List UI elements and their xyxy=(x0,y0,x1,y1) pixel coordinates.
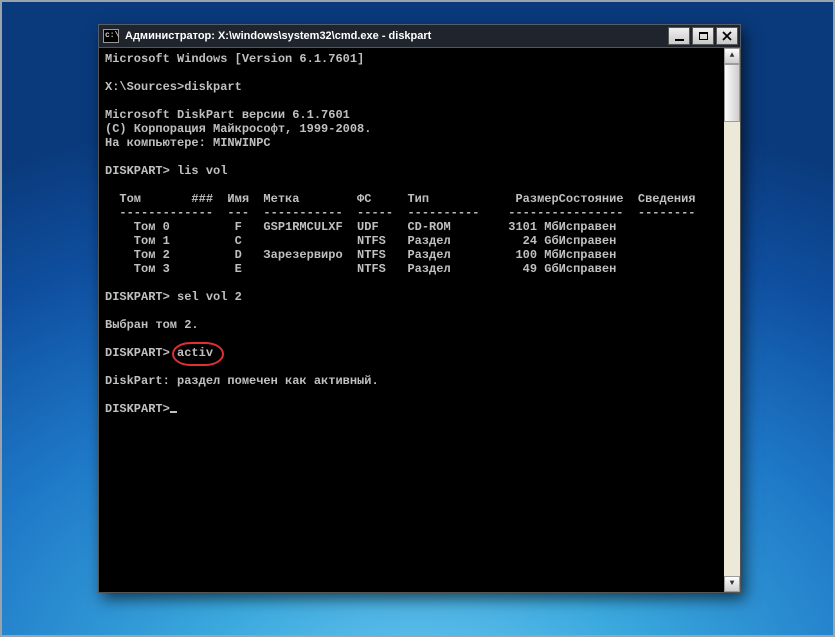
line-lis-vol: DISKPART> lis vol xyxy=(105,164,740,178)
console-output[interactable]: Microsoft Windows [Version 6.1.7601] X:\… xyxy=(98,48,741,593)
volume-row: Том 1 C NTFS Раздел 24 GбИсправен xyxy=(105,234,740,248)
maximize-button[interactable] xyxy=(692,27,714,45)
close-button[interactable] xyxy=(716,27,738,45)
line-diskpart-ver: Microsoft DiskPart версии 6.1.7601 xyxy=(105,108,740,122)
titlebar[interactable]: c:\ Администратор: X:\windows\system32\c… xyxy=(98,24,741,48)
line-copyright: (C) Корпорация Майкрософт, 1999-2008. xyxy=(105,122,740,136)
volume-table-rows: Том 0 F GSP1RMCULXF UDF CD-ROM 3101 МбИс… xyxy=(105,220,740,276)
scroll-track[interactable] xyxy=(724,64,740,576)
volume-table-header: Том ### Имя Метка ФС Тип РазмерСостояние… xyxy=(105,192,740,206)
cmd-window: c:\ Администратор: X:\windows\system32\c… xyxy=(98,24,741,593)
line-selected: Выбран том 2. xyxy=(105,318,740,332)
line-prompt-diskpart: X:\Sources>diskpart xyxy=(105,80,740,94)
desktop-background: c:\ Администратор: X:\windows\system32\c… xyxy=(0,0,835,637)
line-version: Microsoft Windows [Version 6.1.7601] xyxy=(105,52,740,66)
cursor xyxy=(170,411,177,413)
volume-table-dashes: ------------- --- ----------- ----- ----… xyxy=(105,206,740,220)
line-marked-active: DiskPart: раздел помечен как активный. xyxy=(105,374,740,388)
line-computer: На компьютере: MINWINPC xyxy=(105,136,740,150)
volume-row: Том 2 D Зарезервиро NTFS Раздел 100 МбИс… xyxy=(105,248,740,262)
scroll-up-button[interactable]: ▲ xyxy=(724,48,740,64)
vertical-scrollbar[interactable]: ▲ ▼ xyxy=(724,48,740,592)
close-icon xyxy=(722,31,732,41)
scroll-down-button[interactable]: ▼ xyxy=(724,576,740,592)
minimize-button[interactable] xyxy=(668,27,690,45)
scroll-thumb[interactable] xyxy=(724,64,740,122)
volume-row: Том 0 F GSP1RMCULXF UDF CD-ROM 3101 МбИс… xyxy=(105,220,740,234)
line-activ: DISKPART> activ xyxy=(105,346,740,360)
window-title: Администратор: X:\windows\system32\cmd.e… xyxy=(125,30,431,42)
cmd-icon: c:\ xyxy=(103,29,119,43)
line-final-prompt: DISKPART> xyxy=(105,402,740,416)
volume-row: Том 3 E NTFS Раздел 49 GбИсправен xyxy=(105,262,740,276)
line-sel-vol: DISKPART> sel vol 2 xyxy=(105,290,740,304)
